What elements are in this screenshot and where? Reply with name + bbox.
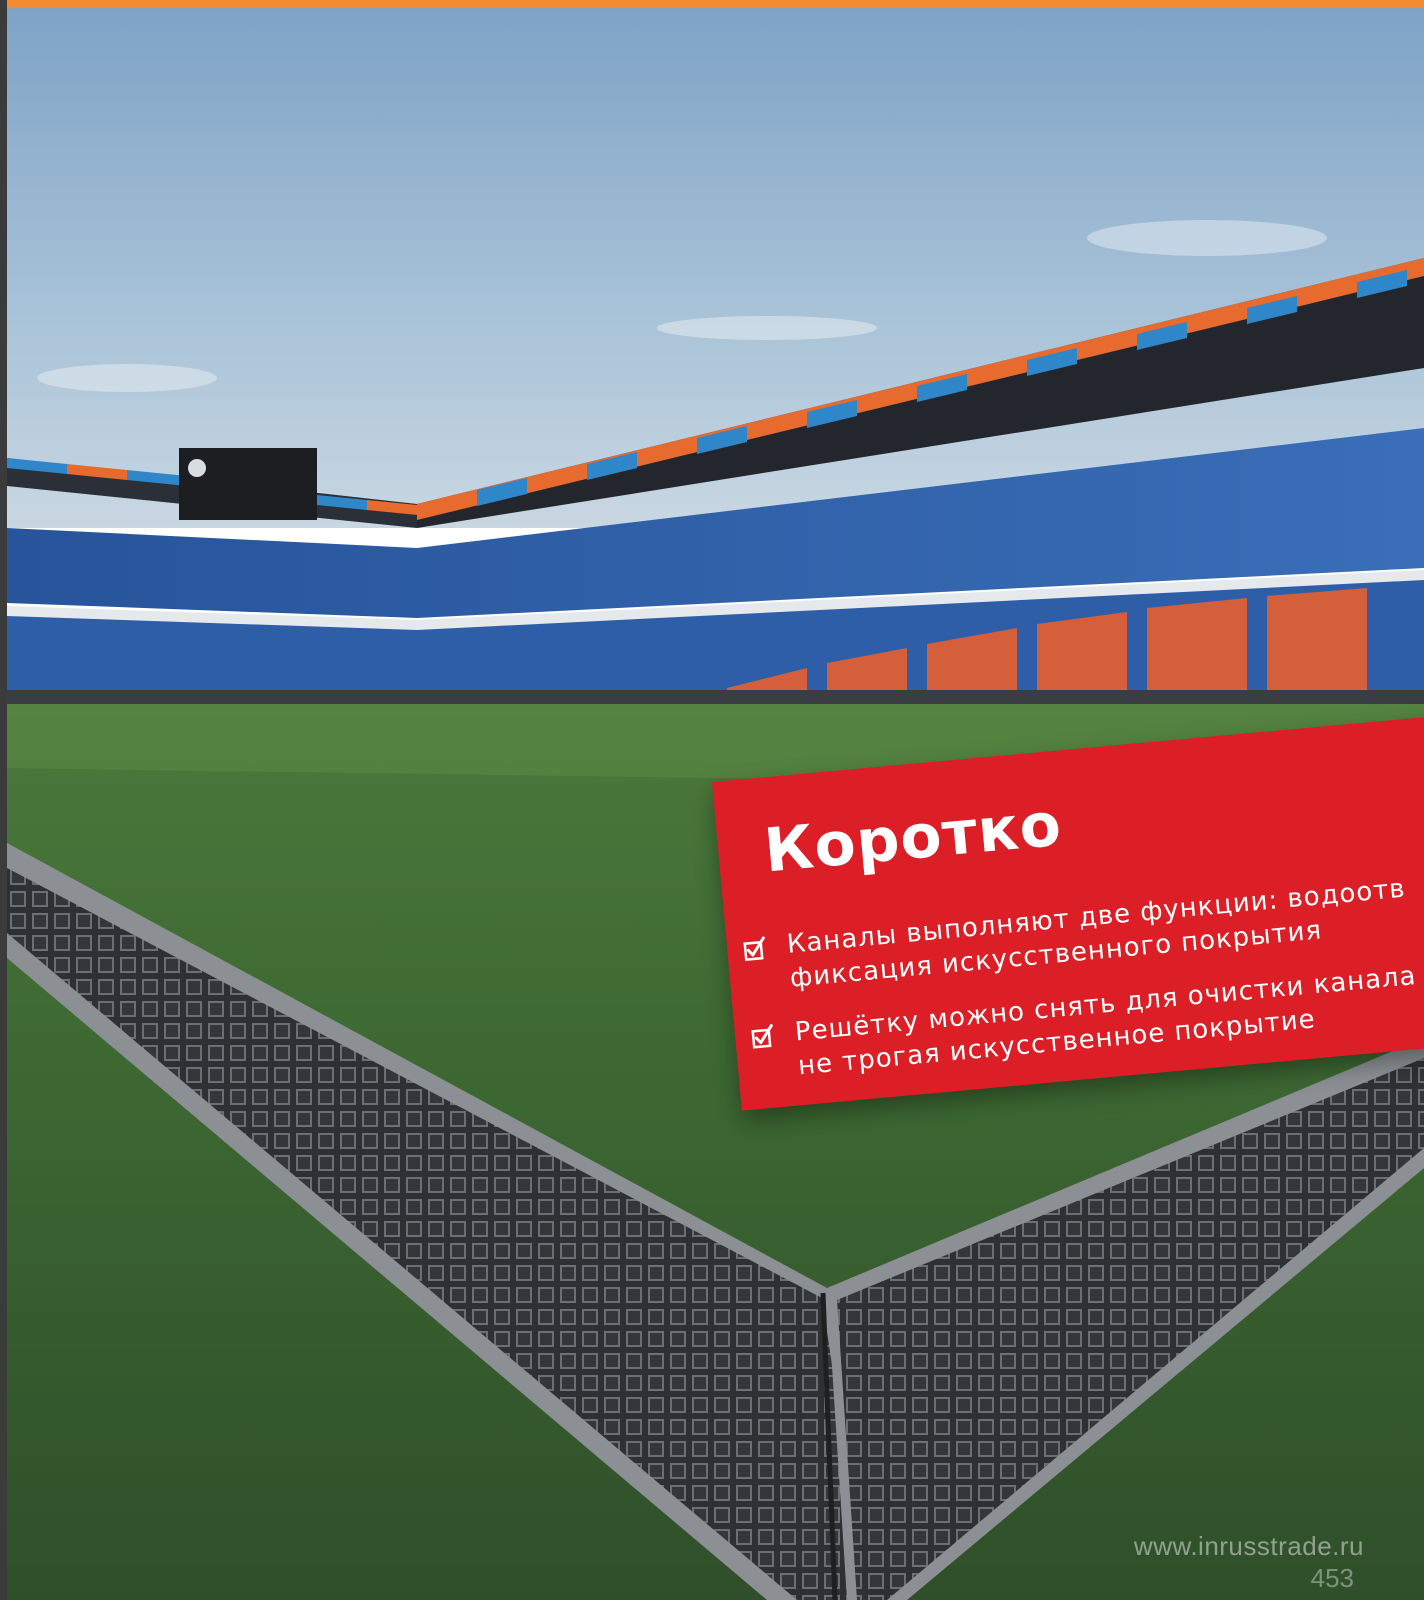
left-edge-stripe xyxy=(0,0,7,1600)
summary-card: Коротко Каналы выполняют две функции: во… xyxy=(712,713,1424,1111)
card-title: Коротко xyxy=(761,789,1065,887)
checkbox-checked-icon xyxy=(743,936,765,961)
watermark-url: www.inrusstrade.ru xyxy=(1133,1531,1364,1561)
checkbox-checked-icon xyxy=(751,1024,773,1049)
top-accent-stripe xyxy=(0,0,1424,8)
page-number: 453 xyxy=(1310,1563,1354,1593)
